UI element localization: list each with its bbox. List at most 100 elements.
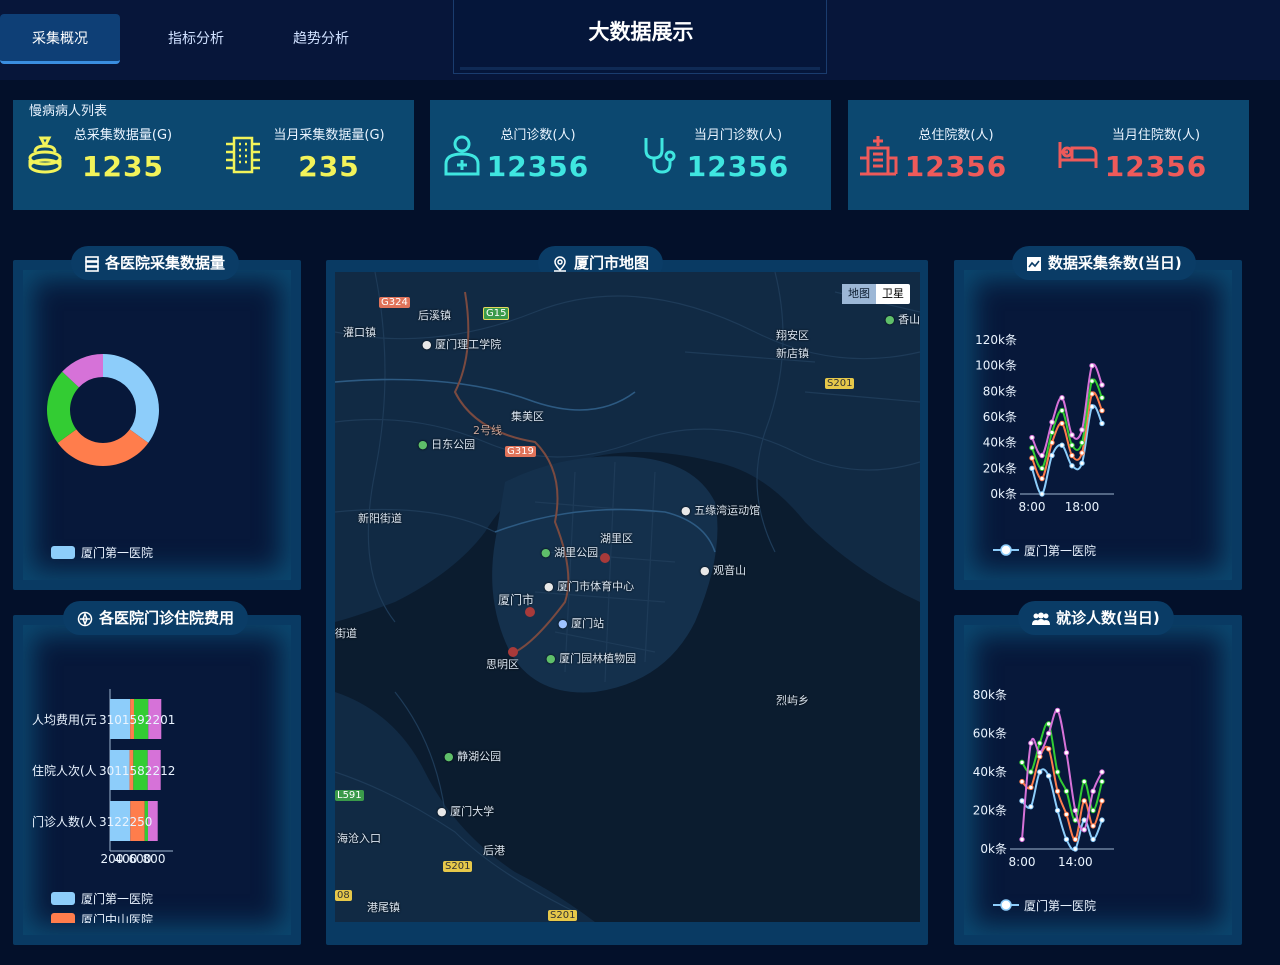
data-point[interactable]	[1099, 817, 1105, 823]
park-icon: ●	[418, 438, 428, 451]
map-type-toggle[interactable]: 地图 卫星	[842, 284, 910, 304]
data-point[interactable]	[1019, 798, 1025, 804]
data-point[interactable]	[1072, 846, 1079, 852]
data-point[interactable]	[1099, 798, 1105, 804]
poi-wuyuanwan[interactable]: ● 五缘湾运动馆	[681, 502, 760, 518]
stat-card-outpatient: 总门诊数(人) 12356 当月门诊数(人) 12356	[430, 100, 831, 210]
poi-station[interactable]: ● 厦门站	[558, 615, 604, 631]
data-point[interactable]	[1081, 827, 1087, 833]
road-shield-08: 08	[335, 890, 352, 901]
data-point[interactable]	[1045, 746, 1052, 752]
data-point[interactable]	[1069, 463, 1075, 469]
data-point[interactable]	[1045, 773, 1052, 779]
data-point[interactable]	[1028, 769, 1034, 775]
satellite-mode-button[interactable]: 卫星	[876, 284, 910, 304]
data-point[interactable]	[1063, 750, 1070, 756]
data-point[interactable]	[1081, 798, 1087, 804]
donut-slice[interactable]	[103, 354, 160, 443]
data-point[interactable]	[1054, 788, 1061, 794]
data-point[interactable]	[1028, 740, 1034, 746]
data-point[interactable]	[1090, 823, 1096, 829]
data-point[interactable]	[1099, 382, 1105, 388]
data-point[interactable]	[1069, 432, 1075, 438]
data-point[interactable]	[1072, 807, 1079, 814]
data-point[interactable]	[1028, 803, 1034, 810]
data-point[interactable]	[1079, 439, 1085, 446]
legend-item-hospital-1[interactable]: 厦门第一医院	[51, 544, 153, 561]
data-point[interactable]	[1059, 442, 1065, 448]
data-point[interactable]	[1079, 460, 1085, 466]
data-point[interactable]	[1079, 427, 1085, 433]
data-point[interactable]	[1099, 769, 1105, 775]
tab-overview[interactable]: 采集概况	[0, 14, 120, 64]
data-point[interactable]	[1089, 362, 1095, 369]
donut-slice[interactable]	[57, 429, 149, 466]
data-point[interactable]	[1090, 788, 1096, 794]
data-point[interactable]	[1019, 778, 1025, 785]
data-point[interactable]	[1063, 811, 1070, 818]
data-point[interactable]	[1089, 378, 1095, 384]
map-label-jiedao: 街道	[335, 627, 357, 640]
data-point[interactable]	[1029, 434, 1035, 441]
data-point[interactable]	[1037, 769, 1043, 775]
data-point[interactable]	[1059, 395, 1065, 401]
data-point[interactable]	[1099, 778, 1105, 785]
poi-ligong[interactable]: ● 厦门理工学院	[422, 336, 501, 352]
data-point[interactable]	[1039, 452, 1045, 459]
monthly-outpatient-value: 12356	[686, 150, 790, 183]
data-point[interactable]	[1028, 784, 1034, 791]
map-mode-button[interactable]: 地图	[842, 284, 876, 304]
data-point[interactable]	[1049, 419, 1055, 425]
data-point[interactable]	[1090, 836, 1096, 843]
legend-item-hospital-1[interactable]: 厦门第一医院	[51, 890, 153, 907]
landmark-icon: ●	[700, 564, 710, 577]
tab-metrics[interactable]: 指标分析	[136, 14, 256, 64]
poi-xmu[interactable]: ● 厦门大学	[437, 803, 494, 819]
data-point[interactable]	[1037, 750, 1043, 756]
data-point[interactable]	[1019, 836, 1025, 843]
data-point[interactable]	[1029, 445, 1035, 451]
data-point[interactable]	[1029, 465, 1035, 472]
poi-hulipark[interactable]: ● 湖里公园	[541, 544, 598, 560]
poi-ridong[interactable]: ● 日东公园	[418, 436, 475, 452]
bar-data-label: 3101592201	[99, 713, 175, 727]
poi-tiyu[interactable]: ● 厦门市体育中心	[544, 578, 634, 594]
data-point[interactable]	[1081, 778, 1087, 785]
data-point[interactable]	[1059, 407, 1065, 414]
data-point[interactable]	[1069, 452, 1075, 459]
data-point[interactable]	[1099, 407, 1105, 414]
data-point[interactable]	[1090, 807, 1096, 814]
category-label: 人均费用(元	[32, 713, 97, 727]
data-point[interactable]	[1099, 395, 1105, 401]
data-point[interactable]	[1045, 730, 1052, 737]
data-point[interactable]	[1049, 452, 1055, 459]
legend-item-hospital-1[interactable]: 厦门第一医院	[992, 897, 1202, 914]
data-point[interactable]	[1069, 442, 1075, 448]
data-point[interactable]	[1054, 807, 1061, 814]
data-point[interactable]	[1081, 817, 1087, 823]
legend-item-hospital-1[interactable]: 厦门第一医院	[992, 542, 1202, 559]
data-point[interactable]	[1054, 769, 1061, 775]
poi-jinghu[interactable]: ● 静湖公园	[444, 748, 501, 764]
total-collected-label: 总采集数据量(G)	[73, 128, 173, 143]
road-shield-s201: S201	[825, 378, 855, 389]
data-point[interactable]	[1029, 455, 1035, 461]
tab-trends[interactable]: 趋势分析	[261, 14, 381, 64]
data-point[interactable]	[1039, 465, 1045, 472]
data-point[interactable]	[1059, 420, 1065, 427]
data-point[interactable]	[1072, 836, 1079, 843]
data-point[interactable]	[1039, 491, 1045, 497]
data-point[interactable]	[1099, 420, 1105, 427]
data-point[interactable]	[1079, 450, 1085, 456]
data-point[interactable]	[1037, 740, 1043, 746]
map-canvas[interactable]: 地图 卫星 翔安区 新店镇 集美区 湖里区 思明区 厦门市 新阳街道 后溪镇 灌…	[335, 272, 920, 922]
data-point[interactable]	[1063, 836, 1070, 843]
data-point[interactable]	[1019, 759, 1025, 766]
data-point[interactable]	[1054, 707, 1061, 714]
poi-guanyinshan[interactable]: ● 观音山	[700, 562, 746, 578]
data-point[interactable]	[1063, 788, 1070, 794]
poi-xiangshan[interactable]: ● 香山	[885, 311, 920, 327]
poi-yuanlin[interactable]: ● 厦门园林植物园	[546, 650, 636, 666]
legend-item-hospital-2[interactable]: 厦门中山医院	[51, 911, 153, 923]
data-point[interactable]	[1039, 475, 1045, 482]
